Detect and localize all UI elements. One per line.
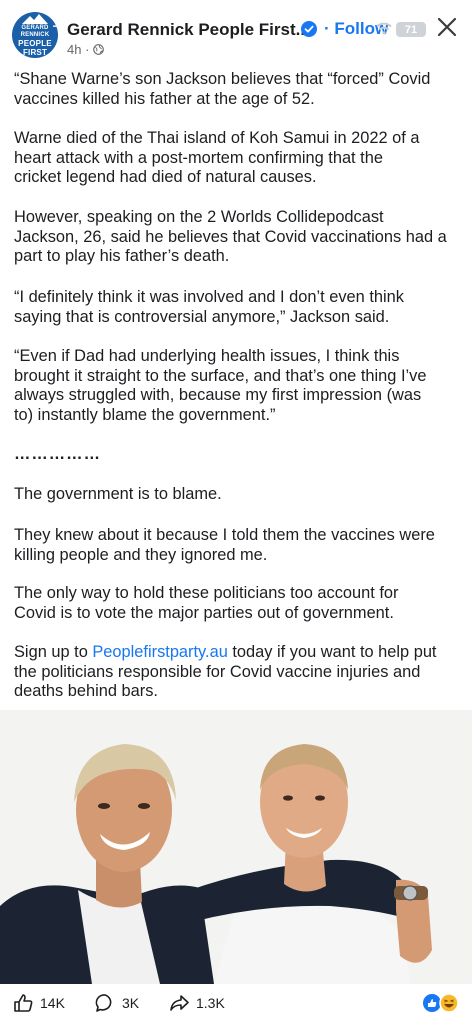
avatar-line-3: FIRST <box>22 47 48 57</box>
post-paragraph: However, speaking on the 2 Worlds Collid… <box>14 208 447 266</box>
post-photo[interactable] <box>0 710 472 984</box>
battery-indicator: 71 <box>396 22 426 37</box>
mountain-logo-icon <box>22 13 48 24</box>
comment-count: 3K <box>122 995 140 1011</box>
post-age: 4h · <box>67 42 90 57</box>
post-actions: 14K 3K 1.3K <box>0 984 472 1024</box>
verified-badge-icon <box>301 21 317 37</box>
like-count: 14K <box>40 995 65 1011</box>
close-icon[interactable] <box>436 16 458 38</box>
page-name[interactable]: Gerard Rennick People First... <box>67 20 310 40</box>
share-button[interactable]: 1.3K <box>168 992 225 1014</box>
reactions-summary[interactable] <box>422 992 462 1014</box>
post-header: GERARD RENNICK PEOPLE FIRST 11:59 Gerard… <box>0 0 472 62</box>
globe-icon <box>93 44 105 55</box>
post-paragraph: The only way to hold these politicians t… <box>14 584 399 622</box>
signup-prefix: Sign up to <box>14 643 93 661</box>
post-paragraph: “Shane Warne’s son Jackson believes that… <box>14 70 431 108</box>
dotted-separator: …………… <box>14 445 101 463</box>
post-paragraph: Warne died of the Thai island of Koh Sam… <box>14 129 420 187</box>
like-button[interactable]: 14K <box>12 992 65 1014</box>
peoplefirst-link[interactable]: Peoplefirstparty.au <box>92 643 227 661</box>
avatar-line-2: PEOPLE <box>18 38 52 48</box>
photo-illustration <box>0 710 472 984</box>
like-icon <box>14 994 33 1012</box>
signup-paragraph: Sign up to Peoplefirstparty.au today if … <box>14 643 462 702</box>
comment-button[interactable]: 3K <box>94 992 139 1014</box>
post-meta: 4h · <box>67 42 105 57</box>
post-paragraph: The government is to blame. <box>14 485 222 503</box>
share-icon <box>170 995 189 1011</box>
post-paragraph: They knew about it because I told them t… <box>14 526 435 564</box>
post-paragraph: “Even if Dad had underlying health issue… <box>14 347 427 424</box>
share-count: 1.3K <box>196 995 225 1011</box>
reaction-like-icon <box>423 994 441 1012</box>
comment-icon <box>95 994 112 1012</box>
post-paragraph: “I definitely think it was involved and … <box>14 288 404 326</box>
wifi-icon <box>376 22 392 35</box>
reaction-haha-icon <box>439 993 459 1013</box>
battery-level: 71 <box>404 23 418 36</box>
